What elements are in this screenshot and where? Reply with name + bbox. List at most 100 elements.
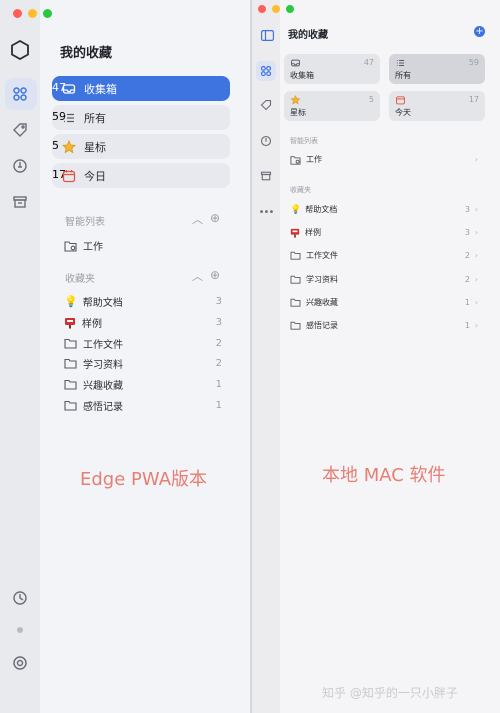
chevron-right-icon: › xyxy=(474,228,478,237)
calendar-icon xyxy=(396,96,405,105)
folder-row-samples[interactable]: 样例 3 xyxy=(64,315,226,330)
folder-row-work-files[interactable]: 工作文件 2 › xyxy=(290,250,478,261)
page-title: 我的收藏 xyxy=(60,46,113,61)
archive-icon[interactable] xyxy=(258,168,274,184)
smart-list-item-work[interactable]: 工作 xyxy=(64,238,103,253)
nav-item-label: 星标 xyxy=(84,141,106,154)
nav-item-count: 5 xyxy=(52,139,59,152)
folder-row-reflections[interactable]: 感悟记录 1 › xyxy=(290,320,478,331)
explore-icon[interactable] xyxy=(258,133,274,149)
chevron-right-icon: › xyxy=(474,321,478,330)
card-label: 今天 xyxy=(395,108,411,117)
archive-icon[interactable] xyxy=(8,190,32,214)
inbox-icon xyxy=(62,84,76,94)
chevron-right-icon: › xyxy=(474,275,478,284)
version-caption: 本地 MAC 软件 xyxy=(322,465,446,486)
nav-item-label: 收集箱 xyxy=(84,83,117,96)
folder-count: 2 xyxy=(464,251,470,260)
lightbulb-icon: 💡 xyxy=(290,204,302,215)
folder-row-work-files[interactable]: 工作文件 2 xyxy=(64,336,226,351)
nav-item-today[interactable]: 今日 17 xyxy=(52,163,230,188)
list-item-label: 工作 xyxy=(306,155,322,164)
card-starred[interactable]: 星标 5 xyxy=(284,91,380,121)
folder-label: 兴趣收藏 xyxy=(83,381,123,392)
card-all[interactable]: 所有 59 xyxy=(389,54,485,84)
window-controls xyxy=(258,5,294,13)
chevron-right-icon: › xyxy=(474,251,478,260)
folder-row-study[interactable]: 学习资料 2 › xyxy=(290,274,478,285)
folder-count: 1 xyxy=(464,298,470,307)
window-controls xyxy=(13,9,52,18)
collapse-favorites-icon[interactable]: ︿ xyxy=(192,268,203,284)
card-count: 5 xyxy=(368,95,374,104)
folder-label: 样例 xyxy=(82,319,102,330)
minimize-window-button[interactable] xyxy=(272,5,280,13)
pwa-window: 我的收藏 收集箱 47 所有 59 星标 5 今日 17 智能列表 ︿ ⊕ 工作… xyxy=(0,0,250,713)
folder-label: 感悟记录 xyxy=(306,321,338,330)
list-item-label: 工作 xyxy=(83,242,103,253)
settings-icon[interactable] xyxy=(8,651,32,675)
smart-folder-icon xyxy=(290,155,301,165)
add-smart-list-icon[interactable]: ⊕ xyxy=(210,211,220,225)
folder-label: 感悟记录 xyxy=(83,402,123,413)
collections-icon[interactable] xyxy=(8,82,32,106)
add-button[interactable]: + xyxy=(474,26,485,37)
history-icon[interactable] xyxy=(8,586,32,610)
watermark: 知乎 @知乎的一只小胖子 xyxy=(322,686,458,700)
chevron-right-icon: › xyxy=(474,155,478,164)
folder-count: 2 xyxy=(464,275,470,284)
smart-list-item-work[interactable]: 工作 › xyxy=(290,154,478,165)
star-icon xyxy=(290,95,301,105)
card-count: 59 xyxy=(468,58,479,67)
toggle-sidebar-icon[interactable] xyxy=(261,26,275,45)
favorites-heading: 收藏夹 xyxy=(290,186,311,194)
star-icon xyxy=(62,140,76,154)
more-icon[interactable]: ••• xyxy=(258,204,275,220)
mac-window: ••• 我的收藏 + 收集箱 47 所有 59 星标 5 今天 17 智能列表 … xyxy=(252,0,500,713)
folder-icon xyxy=(290,298,301,307)
folder-label: 学习资料 xyxy=(306,275,338,284)
version-caption: Edge PWA版本 xyxy=(80,469,208,490)
folder-count: 2 xyxy=(215,338,222,349)
inbox-icon xyxy=(291,59,300,67)
close-window-button[interactable] xyxy=(13,9,22,18)
folder-row-help[interactable]: 💡 帮助文档 3 xyxy=(64,294,226,309)
folder-icon xyxy=(64,358,77,369)
nav-item-label: 所有 xyxy=(84,112,106,125)
card-inbox[interactable]: 收集箱 47 xyxy=(284,54,380,84)
tag-icon[interactable] xyxy=(8,118,32,142)
folder-row-study[interactable]: 学习资料 2 xyxy=(64,356,226,371)
folder-row-reflections[interactable]: 感悟记录 1 xyxy=(64,398,226,413)
folder-count: 3 xyxy=(464,228,470,237)
nav-item-starred[interactable]: 星标 5 xyxy=(52,134,230,159)
folder-label: 帮助文档 xyxy=(82,298,123,309)
nav-item-inbox[interactable]: 收集箱 47 xyxy=(52,76,230,101)
folder-count: 1 xyxy=(215,379,222,390)
folder-row-help[interactable]: 💡 帮助文档 3 › xyxy=(290,204,478,215)
calendar-icon xyxy=(62,170,76,183)
add-favorite-folder-icon[interactable]: ⊕ xyxy=(210,268,220,282)
postbox-icon xyxy=(290,228,300,238)
folder-count: 1 xyxy=(215,400,222,411)
zoom-window-button[interactable] xyxy=(43,9,52,18)
folder-label: 工作文件 xyxy=(83,340,123,351)
nav-item-all[interactable]: 所有 59 xyxy=(52,105,230,130)
collapse-smart-list-icon[interactable]: ︿ xyxy=(192,211,203,227)
folder-row-samples[interactable]: 样例 3 › xyxy=(290,227,478,238)
smart-list-heading: 智能列表 xyxy=(65,217,105,228)
folder-count: 2 xyxy=(215,358,222,369)
page-title: 我的收藏 xyxy=(288,30,328,41)
folder-count: 3 xyxy=(464,205,470,214)
card-today[interactable]: 今天 17 xyxy=(389,91,485,121)
folder-row-interests[interactable]: 兴趣收藏 1 xyxy=(64,377,226,392)
folder-row-interests[interactable]: 兴趣收藏 1 › xyxy=(290,297,478,308)
collections-icon[interactable] xyxy=(256,61,276,81)
folder-count: 1 xyxy=(464,321,470,330)
minimize-window-button[interactable] xyxy=(28,9,37,18)
folder-label: 兴趣收藏 xyxy=(306,298,338,307)
tag-icon[interactable] xyxy=(258,97,274,113)
favorites-heading: 收藏夹 xyxy=(65,274,95,285)
explore-icon[interactable] xyxy=(8,154,32,178)
zoom-window-button[interactable] xyxy=(286,5,294,13)
close-window-button[interactable] xyxy=(258,5,266,13)
